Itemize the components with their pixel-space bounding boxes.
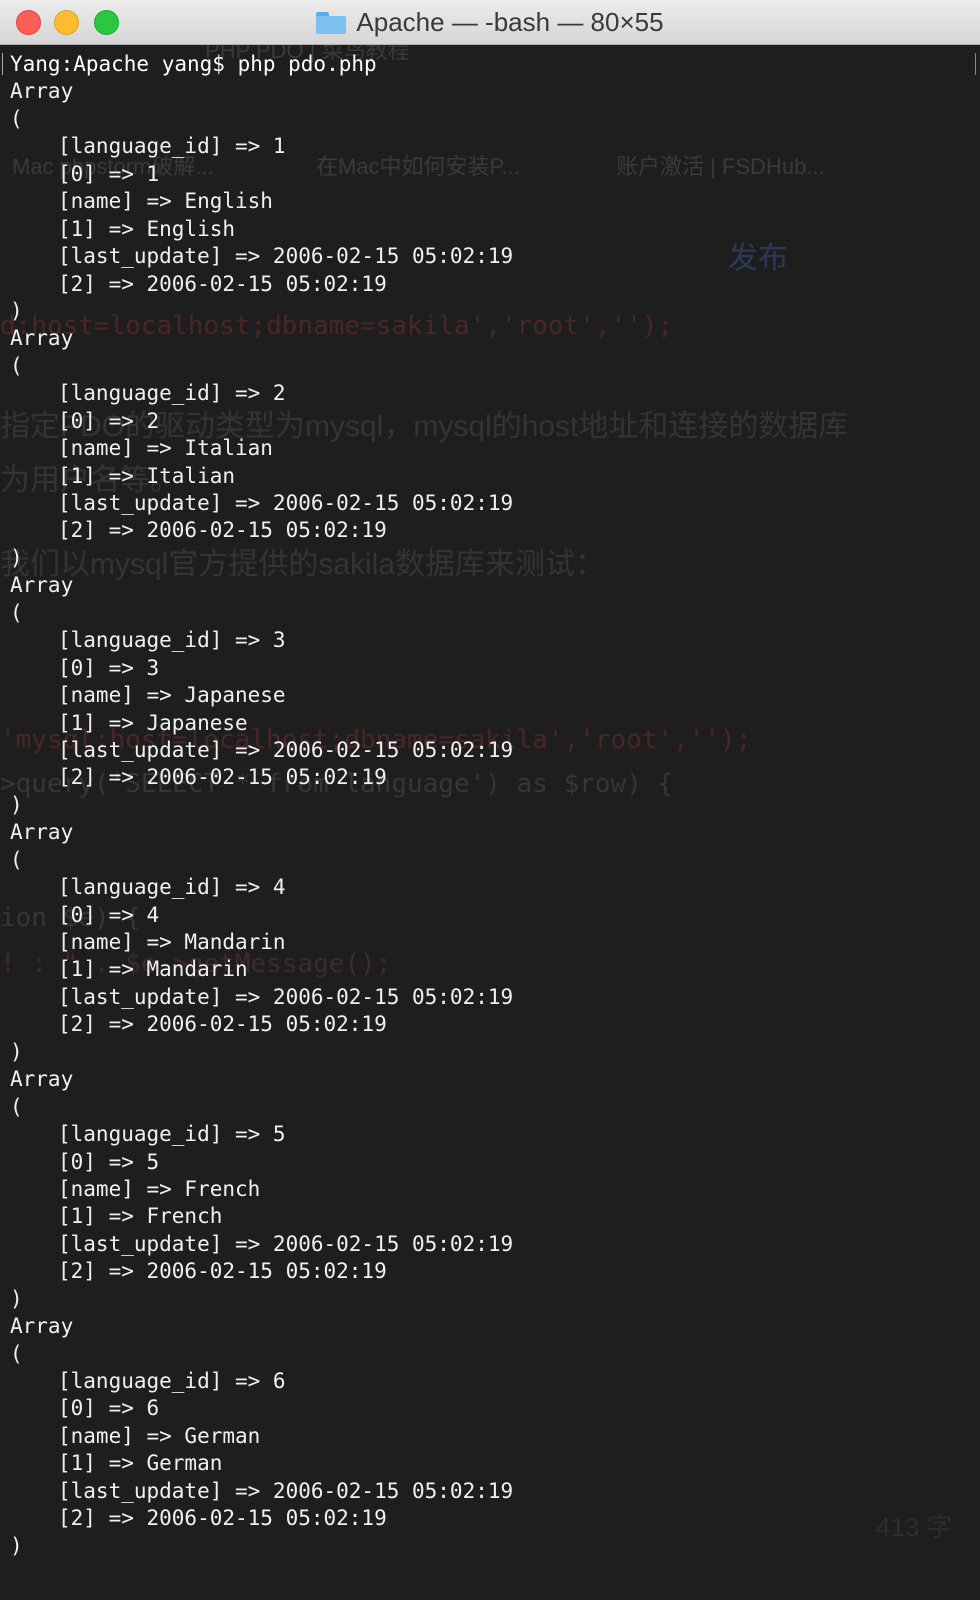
array-entry-line: [language_id] => 2 xyxy=(58,381,286,406)
array-keyword: Array xyxy=(10,820,74,845)
array-close-paren: ) xyxy=(10,298,23,323)
array-open-paren: ( xyxy=(10,1094,23,1119)
array-entry-line: [0] => 6 xyxy=(58,1396,160,1421)
terminal-text: Yang:Apache yang$ php pdo.php Array([lan… xyxy=(10,51,970,1560)
array-open-paren: ( xyxy=(10,847,23,872)
array-entry-line: [0] => 5 xyxy=(58,1149,160,1174)
array-entry-line: [last_update] => 2006-02-15 05:02:19 xyxy=(58,737,514,762)
array-keyword: Array xyxy=(10,1314,74,1339)
array-keyword: Array xyxy=(10,79,74,104)
scroll-indicator[interactable] xyxy=(975,53,976,75)
array-entry-line: [2] => 2006-02-15 05:02:19 xyxy=(58,1012,387,1037)
array-entry-line: [0] => 2 xyxy=(58,408,160,433)
array-entry-line: [2] => 2006-02-15 05:02:19 xyxy=(58,1506,387,1531)
array-entry-line: [language_id] => 4 xyxy=(58,875,286,900)
array-entry-line: [0] => 3 xyxy=(58,655,160,680)
array-entry-line: [2] => 2006-02-15 05:02:19 xyxy=(58,1259,387,1284)
array-keyword: Array xyxy=(10,1067,74,1092)
array-entry-line: [language_id] => 3 xyxy=(58,628,286,653)
array-entry-line: [1] => German xyxy=(58,1451,223,1476)
array-entry-line: [last_update] => 2006-02-15 05:02:19 xyxy=(58,984,514,1009)
array-keyword: Array xyxy=(10,326,74,351)
array-entry-line: [last_update] => 2006-02-15 05:02:19 xyxy=(58,491,514,515)
array-entry-line: [name] => Italian xyxy=(58,436,273,461)
array-entry-line: [language_id] => 1 xyxy=(58,134,286,159)
array-keyword: Array xyxy=(10,573,74,598)
shell-command: php pdo.php xyxy=(237,52,377,76)
array-entry-line: [language_id] => 5 xyxy=(58,1122,286,1147)
array-entry-line: [2] => 2006-02-15 05:02:19 xyxy=(58,765,387,790)
shell-prompt: Yang:Apache yang$ xyxy=(10,52,238,76)
array-open-paren: ( xyxy=(10,353,23,378)
array-entry-line: [name] => French xyxy=(58,1176,261,1201)
array-entry-line: [2] => 2006-02-15 05:02:19 xyxy=(58,271,387,296)
folder-icon xyxy=(316,11,347,34)
array-close-paren: ) xyxy=(10,1286,23,1311)
array-entry-line: [0] => 1 xyxy=(58,161,160,186)
window-titlebar[interactable]: Apache — -bash — 80×55 xyxy=(0,0,980,45)
array-close-paren: ) xyxy=(10,792,23,817)
prompt-line: Yang:Apache yang$ php pdo.php xyxy=(10,51,970,78)
array-entry-line: [2] => 2006-02-15 05:02:19 xyxy=(58,518,387,543)
array-entry-line: [last_update] => 2006-02-15 05:02:19 xyxy=(58,1478,514,1503)
array-open-paren: ( xyxy=(10,600,23,625)
array-entry-line: [1] => Mandarin xyxy=(58,957,248,982)
array-open-paren: ( xyxy=(10,106,23,131)
cursor-bracket-mark xyxy=(2,53,3,75)
array-entry-line: [1] => Japanese xyxy=(58,710,248,735)
array-entry-line: [name] => German xyxy=(58,1423,261,1448)
array-entry-line: [name] => English xyxy=(58,189,273,214)
array-entry-line: [last_update] => 2006-02-15 05:02:19 xyxy=(58,244,514,269)
array-entry-line: [language_id] => 6 xyxy=(58,1369,286,1393)
terminal-output-area[interactable]: PHP PDO | 菜鸟教程 Mac phpstorm破解... 在Mac中如何… xyxy=(0,45,980,1600)
window-title-group: Apache — -bash — 80×55 xyxy=(0,0,980,45)
array-entry-line: [last_update] => 2006-02-15 05:02:19 xyxy=(58,1231,514,1256)
array-entry-line: [1] => French xyxy=(58,1204,223,1229)
array-close-paren: ) xyxy=(10,545,23,570)
array-entry-line: [1] => Italian xyxy=(58,463,236,488)
window-title: Apache — -bash — 80×55 xyxy=(356,7,664,37)
array-entry-line: [name] => Mandarin xyxy=(58,930,286,954)
array-entry-line: [name] => Japanese xyxy=(58,683,286,708)
array-close-paren: ) xyxy=(10,1039,23,1064)
array-entry-line: [1] => English xyxy=(58,216,236,241)
array-open-paren: ( xyxy=(10,1341,23,1366)
array-close-paren: ) xyxy=(10,1533,23,1558)
array-entry-line: [0] => 4 xyxy=(58,902,160,927)
